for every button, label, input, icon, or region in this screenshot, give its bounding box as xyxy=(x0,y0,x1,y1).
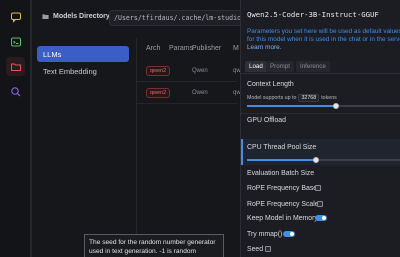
gpu-offload-label: GPU Offload xyxy=(247,117,286,124)
models-table: Arch Params Publisher M qwen2 Qwen qw qw… xyxy=(137,38,241,257)
seed-checkbox[interactable] xyxy=(265,246,271,252)
context-length-slider-handle[interactable] xyxy=(333,103,339,109)
rope-frequency-base-label: RoPE Frequency Base xyxy=(247,185,318,192)
try-mmap-toggle[interactable] xyxy=(283,231,295,237)
evaluation-batch-size-label: Evaluation Batch Size xyxy=(247,170,315,177)
nav-rail xyxy=(0,0,31,257)
defaults-info-body: Parameters you set here will be used as … xyxy=(247,28,400,43)
rope-frequency-scale-checkbox[interactable] xyxy=(317,201,323,207)
context-note-prefix: Model supports up to xyxy=(247,95,297,101)
context-length-label: Context Length xyxy=(247,81,294,88)
models-directory-bar: Models Directory /Users/tfirdaus/.cache/… xyxy=(32,8,259,30)
tabs-divider xyxy=(241,73,400,74)
try-mmap-label: Try mmap() xyxy=(247,231,283,238)
seed-tooltip: The seed for the random number generator… xyxy=(84,234,224,257)
model-name-title: Qwen2.5-Coder-3B-Instruct-GGUF xyxy=(247,10,379,19)
cpu-thread-pool-row xyxy=(241,139,400,165)
context-note-suffix: tokens xyxy=(321,95,337,101)
toggle-knob xyxy=(322,216,326,220)
defaults-info-text: Parameters you set here will be used as … xyxy=(247,28,400,52)
learn-more-link[interactable]: Learn more. xyxy=(247,44,281,51)
section-divider xyxy=(241,113,400,114)
sidebar-item-text-embedding[interactable]: Text Embedding xyxy=(37,63,129,79)
model-category-sidebar: LLMs Text Embedding xyxy=(32,38,137,257)
toggle-knob xyxy=(290,232,294,236)
discover-nav-button[interactable] xyxy=(6,82,25,101)
keep-model-in-memory-toggle[interactable] xyxy=(315,215,327,221)
publisher-cell: Qwen xyxy=(192,68,208,74)
cpu-thread-pool-slider-handle[interactable] xyxy=(313,157,319,163)
rope-frequency-scale-label: RoPE Frequency Scale xyxy=(247,201,319,208)
table-row[interactable]: qwen2 Qwen qw xyxy=(137,60,241,82)
keep-model-in-memory-label: Keep Model in Memory xyxy=(247,215,318,222)
column-header-params[interactable]: Params xyxy=(169,45,193,52)
column-header-arch[interactable]: Arch xyxy=(146,45,160,52)
model-settings-panel: Qwen2.5-Coder-3B-Instruct-GGUF Parameter… xyxy=(240,0,400,257)
context-length-slider-fill xyxy=(247,105,336,107)
context-length-note: Model supports up to 32768 tokens xyxy=(247,94,337,102)
arch-badge: qwen2 xyxy=(146,66,171,76)
models-directory-path[interactable]: /Users/tfirdaus/.cache/lm-studio/model xyxy=(109,10,259,26)
tab-prompt[interactable]: Prompt xyxy=(266,61,294,72)
table-row[interactable]: qwen2 Owen qw xyxy=(137,82,241,104)
cpu-thread-pool-accent xyxy=(241,139,243,165)
search-icon xyxy=(10,86,20,96)
developer-nav-button[interactable] xyxy=(6,32,25,51)
terminal-icon xyxy=(10,37,21,46)
column-header-publisher[interactable]: Publisher xyxy=(192,45,221,52)
rope-frequency-base-checkbox[interactable] xyxy=(315,185,321,191)
models-directory-label: Models Directory xyxy=(42,13,110,20)
publisher-cell: Owen xyxy=(192,90,208,96)
models-directory-text: Models Directory xyxy=(53,13,110,20)
settings-tabs: Load Prompt Inference xyxy=(245,61,400,72)
column-header-model[interactable]: M xyxy=(233,45,239,52)
seed-label: Seed xyxy=(247,246,264,253)
arch-badge: qwen2 xyxy=(146,88,171,98)
tab-load[interactable]: Load xyxy=(245,61,267,72)
folder-icon xyxy=(10,63,21,71)
context-max-value: 32768 xyxy=(298,94,320,102)
folder-icon xyxy=(42,14,49,19)
chat-icon xyxy=(10,12,21,23)
cpu-thread-pool-label: CPU Thread Pool Size xyxy=(247,144,317,151)
cpu-thread-pool-slider-fill xyxy=(247,159,316,161)
sidebar-item-llms[interactable]: LLMs xyxy=(37,46,129,62)
my-models-nav-button[interactable] xyxy=(6,57,25,76)
chat-nav-button[interactable] xyxy=(6,7,25,26)
tab-inference[interactable]: Inference xyxy=(296,61,330,72)
